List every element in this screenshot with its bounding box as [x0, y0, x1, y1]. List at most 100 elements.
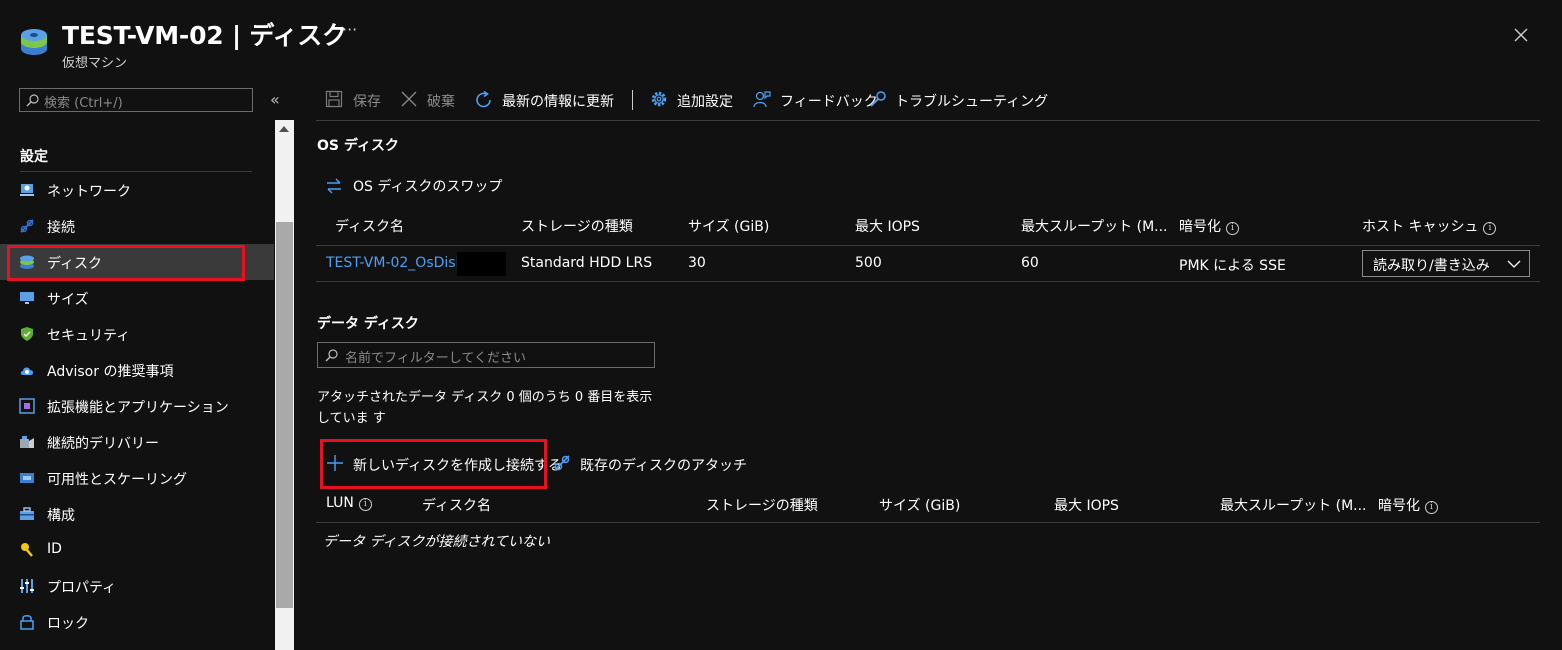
- toolbar-divider: [632, 90, 633, 110]
- close-icon: [401, 91, 417, 107]
- sidebar-section-settings: 設定: [20, 149, 48, 165]
- attach-existing-disk-button[interactable]: 既存のディスクのアタッチ: [553, 452, 747, 476]
- sidebar-item-security[interactable]: セキュリティ: [0, 316, 274, 352]
- sidebar-item-availability[interactable]: 可用性とスケーリング: [0, 460, 274, 496]
- sidebar-item-label: 拡張機能とアプリケーション: [47, 400, 229, 416]
- menu-search-input[interactable]: 検索 (Ctrl+/): [19, 88, 253, 112]
- os-disk-throughput: 60: [1021, 255, 1039, 271]
- save-label: 保存: [353, 94, 381, 110]
- page-title: TEST-VM-02 | ディスク: [62, 21, 347, 50]
- os-disk-name-link[interactable]: TEST-VM-02_OsDisk_: [326, 255, 471, 271]
- sidebar-item-label: 構成: [47, 508, 75, 524]
- col-size[interactable]: サイズ (GiB): [688, 216, 769, 236]
- highlight-box-create-disk: [320, 439, 547, 489]
- sidebar-item-connect[interactable]: 接続: [0, 208, 274, 244]
- col-encryption[interactable]: 暗号化 i: [1179, 216, 1239, 236]
- col-data-disk-name[interactable]: ディスク名: [422, 495, 491, 515]
- scroll-up-arrow-icon[interactable]: [279, 126, 289, 132]
- attach-existing-label: 既存のディスクのアタッチ: [580, 458, 748, 474]
- feedback-label: フィードバック: [780, 94, 878, 110]
- os-disk-iops: 500: [855, 255, 882, 271]
- save-icon: [325, 90, 343, 108]
- os-disk-heading: OS ディスク: [317, 138, 399, 154]
- properties-icon: [20, 579, 34, 593]
- col-data-encryption[interactable]: 暗号化 i: [1378, 495, 1438, 515]
- info-icon[interactable]: i: [1425, 501, 1438, 514]
- close-icon[interactable]: [1512, 26, 1530, 44]
- col-max-throughput[interactable]: 最大スループット (M...: [1021, 216, 1168, 236]
- col-data-storage-type[interactable]: ストレージの種類: [706, 495, 818, 515]
- divider: [316, 281, 1540, 282]
- filter-by-name-input[interactable]: 名前でフィルターしてください: [317, 342, 655, 368]
- refresh-button[interactable]: 最新の情報に更新: [474, 88, 619, 112]
- sidebar-item-label: ID: [47, 541, 62, 557]
- save-button[interactable]: 保存: [325, 88, 385, 112]
- menu-search-placeholder: 検索 (Ctrl+/): [44, 96, 123, 111]
- highlight-box-disks: [7, 245, 245, 281]
- col-data-encryption-label: 暗号化: [1378, 498, 1420, 514]
- more-actions-button[interactable]: ···: [342, 20, 357, 39]
- connect-icon: [20, 219, 34, 233]
- info-icon[interactable]: i: [1226, 222, 1239, 235]
- os-disk-storage: Standard HDD LRS: [521, 255, 653, 271]
- sidebar-item-label: 接続: [47, 220, 75, 236]
- col-disk-name[interactable]: ディスク名: [335, 216, 404, 236]
- col-host-cache-label: ホスト キャッシュ: [1362, 219, 1479, 235]
- toolbar-divider-line: [316, 120, 1540, 121]
- swap-icon: [327, 178, 341, 194]
- additional-settings-button[interactable]: 追加設定: [650, 88, 740, 112]
- no-data-disks-message: データ ディスクが接続されていない: [323, 534, 551, 550]
- connect-icon: [554, 455, 570, 471]
- troubleshooting-button[interactable]: トラブルシューティング: [869, 88, 1048, 112]
- sidebar-item-size[interactable]: サイズ: [0, 280, 274, 316]
- extensions-icon: [19, 398, 35, 414]
- sidebar-item-label: ロック: [47, 616, 89, 632]
- sidebar-item-properties[interactable]: プロパティ: [0, 568, 274, 604]
- info-icon[interactable]: i: [358, 498, 372, 511]
- col-data-size[interactable]: サイズ (GiB): [879, 495, 960, 515]
- sidebar-item-extensions[interactable]: 拡張機能とアプリケーション: [0, 388, 274, 424]
- col-data-max-throughput[interactable]: 最大スループット (M...: [1220, 495, 1367, 515]
- col-lun[interactable]: LUN i: [326, 495, 372, 511]
- col-host-cache[interactable]: ホスト キャッシュ i: [1362, 216, 1497, 236]
- info-icon[interactable]: i: [1483, 222, 1497, 235]
- discard-button[interactable]: 破棄: [400, 88, 460, 112]
- data-disk-count-text: アタッチされたデータ ディスク 0 個のうち 0 番目を表示していま す: [317, 390, 653, 426]
- sidebar-item-label: Advisor の推奨事項: [47, 364, 174, 380]
- lock-icon: [20, 615, 34, 630]
- redacted-block: [457, 252, 506, 276]
- sidebar-item-continuous-delivery[interactable]: 継続的デリバリー: [0, 424, 274, 460]
- os-disk-encryption: PMK による SSE: [1179, 258, 1286, 274]
- wrench-icon: [870, 91, 886, 107]
- discard-label: 破棄: [427, 94, 455, 110]
- host-cache-value: 読み取り/書き込み: [1373, 258, 1490, 274]
- sidebar-item-label: サイズ: [47, 292, 89, 308]
- col-encryption-label: 暗号化: [1179, 219, 1221, 235]
- vm-disk-icon: [21, 29, 47, 55]
- sidebar-item-configuration[interactable]: 構成: [0, 496, 274, 532]
- sidebar-item-advisor[interactable]: Advisor の推奨事項: [0, 352, 274, 388]
- swap-os-disk-label: OS ディスクのスワップ: [353, 179, 503, 195]
- data-disks-heading: データ ディスク: [317, 316, 419, 332]
- sidebar-item-identity[interactable]: ID: [0, 532, 274, 568]
- collapse-menu-button[interactable]: «: [270, 90, 280, 109]
- additional-settings-label: 追加設定: [677, 94, 733, 110]
- sidebar-item-label: セキュリティ: [47, 328, 131, 344]
- col-storage-type[interactable]: ストレージの種類: [521, 216, 633, 236]
- scrollbar-thumb[interactable]: [276, 222, 293, 608]
- os-disk-size: 30: [688, 255, 706, 271]
- divider: [316, 522, 1540, 523]
- feedback-button[interactable]: フィードバック: [753, 88, 878, 112]
- toolbox-icon: [20, 507, 34, 520]
- sidebar-item-label: 可用性とスケーリング: [47, 472, 187, 488]
- host-cache-dropdown[interactable]: 読み取り/書き込み: [1362, 250, 1530, 277]
- filter-placeholder: 名前でフィルターしてください: [345, 351, 526, 366]
- refresh-label: 最新の情報に更新: [502, 94, 614, 110]
- divider: [316, 245, 1540, 246]
- availability-icon: [20, 473, 34, 483]
- col-max-iops[interactable]: 最大 IOPS: [855, 216, 920, 236]
- monitor-icon: [20, 292, 34, 304]
- sidebar-item-locks[interactable]: ロック: [0, 604, 274, 640]
- sidebar-item-network[interactable]: ネットワーク: [0, 172, 274, 208]
- col-data-max-iops[interactable]: 最大 IOPS: [1054, 495, 1119, 515]
